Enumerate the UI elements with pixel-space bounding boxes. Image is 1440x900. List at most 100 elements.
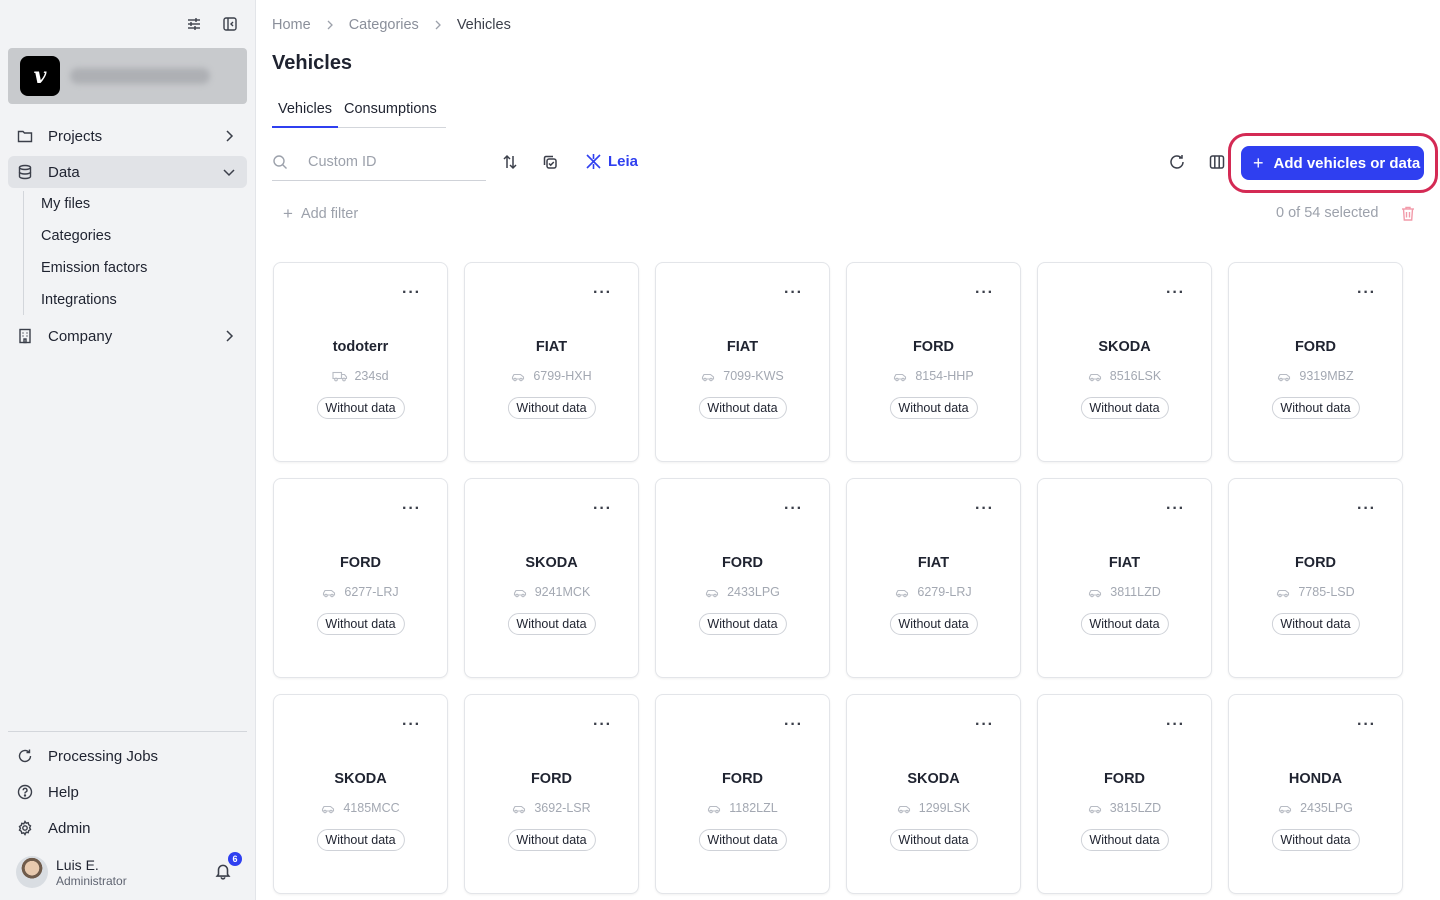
more-options-icon[interactable]: ··· (1166, 285, 1185, 301)
sidebar-subitem-emission-factors[interactable]: Emission factors (41, 258, 147, 278)
user-name: Luis E. (56, 857, 99, 873)
sidebar: v Projects Data My files Categories Emis… (0, 0, 256, 900)
vehicle-plate: 6277-LRJ (344, 585, 399, 599)
sidebar-subitem-my-files[interactable]: My files (41, 194, 90, 214)
sidebar-item-company[interactable]: Company (8, 320, 247, 352)
vehicle-card[interactable]: ··· SKODA 1299LSK Without data (846, 694, 1021, 894)
vehicle-card[interactable]: ··· FORD 3692-LSR Without data (464, 694, 639, 894)
vehicle-plate: 3811LZD (1110, 585, 1161, 599)
search-input[interactable] (308, 154, 478, 170)
more-options-icon[interactable]: ··· (1166, 501, 1185, 517)
more-options-icon[interactable]: ··· (402, 501, 421, 517)
vehicle-plate-row: 6279-LRJ (847, 585, 1020, 599)
chevron-right-icon (433, 18, 443, 33)
tab-consumptions[interactable]: Consumptions (338, 99, 443, 128)
car-icon (707, 803, 721, 814)
status-badge: Without data (507, 397, 596, 419)
more-options-icon[interactable]: ··· (975, 285, 994, 301)
sidebar-item-data[interactable]: Data (8, 156, 247, 188)
status-badge: Without data (1080, 397, 1169, 419)
more-options-icon[interactable]: ··· (593, 501, 612, 517)
organization-name-blurred (70, 68, 210, 84)
notification-count-badge: 6 (228, 852, 242, 866)
car-icon (513, 587, 527, 598)
breadcrumb-categories[interactable]: Categories (349, 17, 419, 33)
vehicle-card[interactable]: ··· SKODA 4185MCC Without data (273, 694, 448, 894)
more-options-icon[interactable]: ··· (1357, 717, 1376, 733)
vehicle-card[interactable]: ··· FIAT 7099-KWS Without data (655, 262, 830, 462)
vehicle-plate-row: 9319MBZ (1229, 369, 1402, 383)
tab-vehicles[interactable]: Vehicles (272, 99, 339, 128)
more-options-icon[interactable]: ··· (402, 285, 421, 301)
vehicle-plate-row: 7099-KWS (656, 369, 829, 383)
vehicle-plate-row: 1182LZL (656, 801, 829, 815)
vehicle-make: FORD (721, 771, 764, 787)
vehicle-make: FIAT (726, 339, 759, 355)
more-options-icon[interactable]: ··· (1357, 501, 1376, 517)
vehicle-card[interactable]: ··· FORD 2433LPG Without data (655, 478, 830, 678)
vehicle-plate-row: 2435LPG (1229, 801, 1402, 815)
add-filter-button[interactable]: + Add filter (283, 204, 358, 224)
sidebar-item-projects[interactable]: Projects (8, 120, 247, 152)
more-options-icon[interactable]: ··· (784, 501, 803, 517)
vehicle-plate: 9319MBZ (1299, 369, 1354, 383)
collapse-sidebar-icon[interactable] (220, 14, 240, 34)
organization-switcher[interactable]: v (8, 48, 247, 104)
add-vehicles-button[interactable]: + Add vehicles or data (1241, 146, 1424, 180)
vehicle-card[interactable]: ··· FORD 1182LZL Without data (655, 694, 830, 894)
more-options-icon[interactable]: ··· (593, 717, 612, 733)
vehicle-plate-row: 6799-HXH (465, 369, 638, 383)
more-options-icon[interactable]: ··· (975, 501, 994, 517)
vehicle-card[interactable]: ··· HONDA 2435LPG Without data (1228, 694, 1403, 894)
bell-icon[interactable] (214, 862, 232, 880)
more-options-icon[interactable]: ··· (784, 285, 803, 301)
trash-icon[interactable] (1400, 205, 1416, 222)
vehicle-plate: 6799-HXH (533, 369, 592, 383)
submenu-guide-line (23, 191, 24, 315)
vehicle-card[interactable]: ··· FIAT 6279-LRJ Without data (846, 478, 1021, 678)
vehicle-card[interactable]: ··· FIAT 3811LZD Without data (1037, 478, 1212, 678)
breadcrumb-home[interactable]: Home (272, 17, 311, 33)
vehicle-plate: 3692-LSR (534, 801, 591, 815)
vehicle-card[interactable]: ··· FORD 8154-HHP Without data (846, 262, 1021, 462)
more-options-icon[interactable]: ··· (975, 717, 994, 733)
sidebar-item-label: Projects (48, 127, 103, 145)
copy-select-icon[interactable] (541, 153, 559, 171)
sidebar-item-admin[interactable]: Admin (8, 812, 247, 844)
sort-arrows-icon[interactable] (501, 153, 519, 171)
columns-icon[interactable] (1208, 153, 1226, 171)
status-badge: Without data (698, 397, 787, 419)
vehicle-card[interactable]: ··· FORD 6277-LRJ Without data (273, 478, 448, 678)
vehicle-plate: 1299LSK (918, 801, 971, 815)
vehicle-make: SKODA (525, 555, 578, 571)
sidebar-item-processing-jobs[interactable]: Processing Jobs (8, 740, 247, 772)
more-options-icon[interactable]: ··· (402, 717, 421, 733)
more-options-icon[interactable]: ··· (1357, 285, 1376, 301)
vehicle-plate: 2433LPG (727, 585, 780, 599)
vehicle-card[interactable]: ··· FORD 9319MBZ Without data (1228, 262, 1403, 462)
sidebar-subitem-integrations[interactable]: Integrations (41, 290, 117, 310)
organization-logo: v (20, 56, 60, 96)
vehicle-plate-row: 3692-LSR (465, 801, 638, 815)
vehicle-card[interactable]: ··· SKODA 9241MCK Without data (464, 478, 639, 678)
vehicle-card[interactable]: ··· todoterr 234sd Without data (273, 262, 448, 462)
vehicle-card[interactable]: ··· SKODA 8516LSK Without data (1037, 262, 1212, 462)
sidebar-item-label: Admin (48, 819, 91, 837)
refresh-icon[interactable] (1168, 153, 1186, 171)
status-badge: Without data (698, 829, 787, 851)
more-options-icon[interactable]: ··· (784, 717, 803, 733)
more-options-icon[interactable]: ··· (593, 285, 612, 301)
vehicle-card[interactable]: ··· FORD 3815LZD Without data (1037, 694, 1212, 894)
leia-ai-button[interactable]: Leia (585, 153, 638, 170)
status-badge: Without data (698, 613, 787, 635)
more-options-icon[interactable]: ··· (1166, 717, 1185, 733)
building-icon (16, 327, 34, 345)
preferences-sliders-icon[interactable] (184, 14, 204, 34)
vehicle-make: SKODA (334, 771, 387, 787)
user-profile[interactable]: Luis E. Administrator 6 (16, 852, 246, 890)
sidebar-subitem-categories[interactable]: Categories (41, 226, 111, 246)
vehicle-make: todoterr (332, 339, 389, 355)
vehicle-card[interactable]: ··· FORD 7785-LSD Without data (1228, 478, 1403, 678)
vehicle-card[interactable]: ··· FIAT 6799-HXH Without data (464, 262, 639, 462)
sidebar-item-help[interactable]: Help (8, 776, 247, 808)
